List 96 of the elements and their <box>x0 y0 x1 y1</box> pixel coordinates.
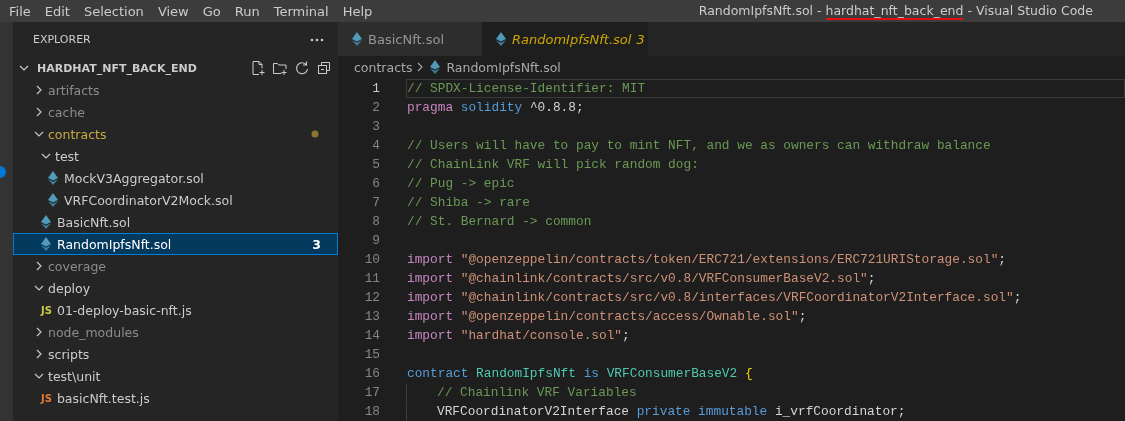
line-number: 9 <box>371 233 380 248</box>
editor-tab[interactable]: RandomIpfsNft.sol 3 <box>482 22 648 57</box>
line-number: 5 <box>371 157 380 172</box>
ethereum-icon <box>48 193 58 207</box>
code-line: // Chainlink VRF Variables <box>437 385 637 400</box>
tab-label: RandomIpfsNft.sol <box>512 31 632 47</box>
ethereum-icon <box>352 32 362 47</box>
chevron-right-icon <box>34 327 44 337</box>
line-number: 14 <box>363 328 380 343</box>
chevron-down-icon <box>34 129 44 139</box>
js-file-icon: JS <box>41 392 52 404</box>
line-number: 10 <box>363 252 380 267</box>
ethereum-icon <box>496 32 506 47</box>
line-number: 17 <box>363 385 380 400</box>
line-number: 1 <box>371 81 380 96</box>
line-number: 3 <box>371 119 380 134</box>
tree-item[interactable]: scripts <box>13 343 338 365</box>
menu-item[interactable]: Go <box>195 3 228 19</box>
menu-item[interactable]: Selection <box>76 3 151 19</box>
breadcrumb-item[interactable]: RandomIpfsNft.sol <box>446 59 561 75</box>
menu-item[interactable]: File <box>2 3 38 19</box>
tree-item[interactable]: cache <box>13 101 338 123</box>
line-number: 8 <box>371 214 380 229</box>
modified-dot-icon <box>311 130 319 138</box>
ethereum-icon <box>41 215 51 229</box>
code-line: // St. Bernard -> common <box>407 214 592 229</box>
problem-count: 3 <box>312 236 321 252</box>
tree-item[interactable]: contracts <box>13 123 338 145</box>
new-file-icon[interactable] <box>250 60 266 76</box>
line-number: 12 <box>363 290 380 305</box>
line-number: 13 <box>363 309 380 324</box>
project-name[interactable]: HARDHAT_NFT_BACK_END <box>37 61 197 75</box>
chevron-down-icon[interactable] <box>19 63 29 73</box>
problem-count: 3 <box>636 31 645 47</box>
tree-item[interactable]: JS basicNft.test.js <box>13 387 338 409</box>
menu-item[interactable]: Run <box>227 3 267 19</box>
ethereum-icon <box>41 237 51 251</box>
line-number: 16 <box>363 366 380 381</box>
tree-item[interactable]: coverage <box>13 255 338 277</box>
line-number: 4 <box>371 138 380 153</box>
tree-item[interactable]: test <box>13 145 338 167</box>
line-number: 2 <box>371 100 380 115</box>
tree-item[interactable]: VRFCoordinatorV2Mock.sol <box>13 189 338 211</box>
tree-item[interactable]: node_modules <box>13 321 338 343</box>
menu-item[interactable]: Terminal <box>266 3 336 19</box>
chevron-down-icon <box>41 151 51 161</box>
window-title: - Visual Studio Code <box>966 2 1093 20</box>
panel-title: EXPLORER <box>33 33 91 46</box>
window-title: hardhat_nft_back_end <box>825 2 964 20</box>
more-icon[interactable] <box>310 37 324 42</box>
code-line: // ChainLink VRF will pick random dog: <box>407 157 699 172</box>
code-line: import "@openzeppelin/contracts/token/ERC721/extensions/ERC721URIStorage.sol"; <box>407 252 1006 267</box>
code-line: pragma solidity ^0.8.8; <box>407 100 584 115</box>
code-line: import "@openzeppelin/contracts/access/Ownable.sol"; <box>407 309 807 324</box>
line-number: 11 <box>363 271 380 286</box>
line-number: 15 <box>363 347 380 362</box>
code-line: import "@chainlink/contracts/src/v0.8/VRFConsumerBaseV2.sol"; <box>407 271 876 286</box>
code-line: // SPDX-License-Identifier: MIT <box>407 81 646 96</box>
collapse-all-icon[interactable] <box>316 60 332 76</box>
chevron-right-icon <box>34 349 44 359</box>
window-title: RandomIpfsNft.sol - <box>698 2 823 20</box>
code-line: contract RandomIpfsNft is VRFConsumerBaseV2 { <box>407 366 753 381</box>
tree-item[interactable]: MockV3Aggregator.sol <box>13 167 338 189</box>
tree-item[interactable]: RandomIpfsNft.sol 3 <box>13 233 338 255</box>
tree-item[interactable]: BasicNft.sol <box>13 211 338 233</box>
code-line: // Pug -> epic <box>407 176 515 191</box>
chevron-right-icon <box>416 62 425 73</box>
menu-item[interactable]: Edit <box>37 3 77 19</box>
code-line: import "@chainlink/contracts/src/v0.8/interfaces/VRFCoordinatorV2Interface.sol"; <box>407 290 1022 305</box>
tree-item[interactable]: JS 01-deploy-basic-nft.js <box>13 299 338 321</box>
menu-item[interactable]: View <box>150 3 196 19</box>
breadcrumb-item[interactable]: contracts <box>354 59 413 75</box>
code-line: import "hardhat/console.sol"; <box>407 328 630 343</box>
editor-tab[interactable]: BasicNft.sol <box>338 22 482 57</box>
chevron-down-icon <box>34 283 44 293</box>
notification-badge-icon <box>0 165 6 179</box>
ethereum-icon <box>48 171 58 185</box>
tree-item[interactable]: deploy <box>13 277 338 299</box>
code-line: VRFCoordinatorV2Interface private immutable i_vrfCoordinator; <box>437 404 906 419</box>
chevron-down-icon <box>34 371 44 381</box>
line-number: 6 <box>371 176 380 191</box>
code-line: // Users will have to pay to mint NFT, and we as owners can withdraw balance <box>407 138 991 153</box>
chevron-right-icon <box>34 107 44 117</box>
menu-item[interactable]: Help <box>335 3 380 19</box>
code-line: // Shiba -> rare <box>407 195 530 210</box>
line-number: 18 <box>363 404 380 419</box>
new-folder-icon[interactable] <box>272 60 288 76</box>
chevron-right-icon <box>34 261 44 271</box>
tab-label: BasicNft.sol <box>368 31 445 47</box>
tree-item[interactable]: artifacts <box>13 79 338 101</box>
chevron-right-icon <box>34 85 44 95</box>
line-number: 7 <box>371 195 380 210</box>
refresh-icon[interactable] <box>294 60 310 76</box>
tree-item[interactable]: test\unit <box>13 365 338 387</box>
ethereum-icon <box>430 60 441 75</box>
js-file-icon: JS <box>41 304 52 316</box>
